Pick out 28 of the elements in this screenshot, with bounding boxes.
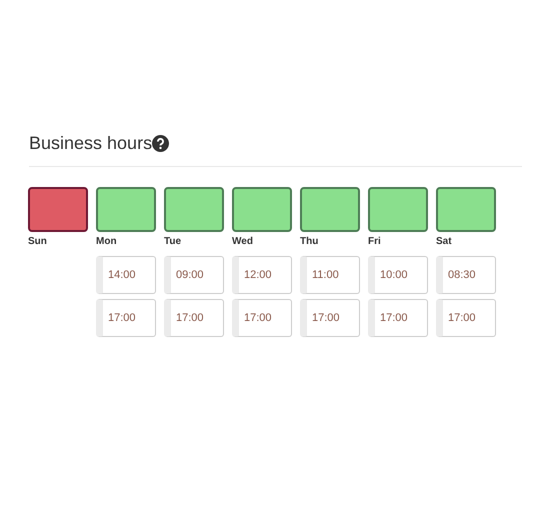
end-time-field[interactable]: 17:00 bbox=[164, 299, 224, 337]
start-time-field[interactable]: 10:00 bbox=[368, 256, 428, 294]
section-title: Business hours bbox=[29, 133, 152, 154]
end-time-field[interactable]: 17:00 bbox=[96, 299, 156, 337]
day-toggle[interactable] bbox=[232, 187, 292, 232]
day-toggle[interactable] bbox=[436, 187, 496, 232]
end-time-field[interactable]: 17:00 bbox=[232, 299, 292, 337]
start-time-field[interactable]: 11:00 bbox=[300, 256, 360, 294]
day-label: Sun bbox=[28, 236, 48, 247]
end-time-field[interactable]: 17:00 bbox=[368, 299, 428, 337]
day-toggle[interactable] bbox=[300, 187, 360, 232]
day-label: Fri bbox=[368, 236, 382, 247]
start-time-field[interactable]: 09:00 bbox=[164, 256, 224, 294]
day-label: Tue bbox=[164, 236, 182, 247]
end-time-field[interactable]: 17:00 bbox=[436, 299, 496, 337]
day-label: Wed bbox=[232, 236, 254, 247]
day-label: Thu bbox=[300, 236, 320, 247]
day-toggle[interactable] bbox=[96, 187, 156, 232]
start-time-field[interactable]: 12:00 bbox=[232, 256, 292, 294]
start-time-field[interactable]: 14:00 bbox=[96, 256, 156, 294]
day-label: Sat bbox=[436, 236, 453, 247]
day-toggle[interactable] bbox=[28, 187, 88, 232]
end-time-field[interactable]: 17:00 bbox=[300, 299, 360, 337]
help-icon[interactable] bbox=[152, 135, 170, 152]
day-toggle[interactable] bbox=[368, 187, 428, 232]
day-toggle[interactable] bbox=[164, 187, 224, 232]
day-label: Mon bbox=[96, 236, 118, 247]
start-time-field[interactable]: 08:30 bbox=[436, 256, 496, 294]
